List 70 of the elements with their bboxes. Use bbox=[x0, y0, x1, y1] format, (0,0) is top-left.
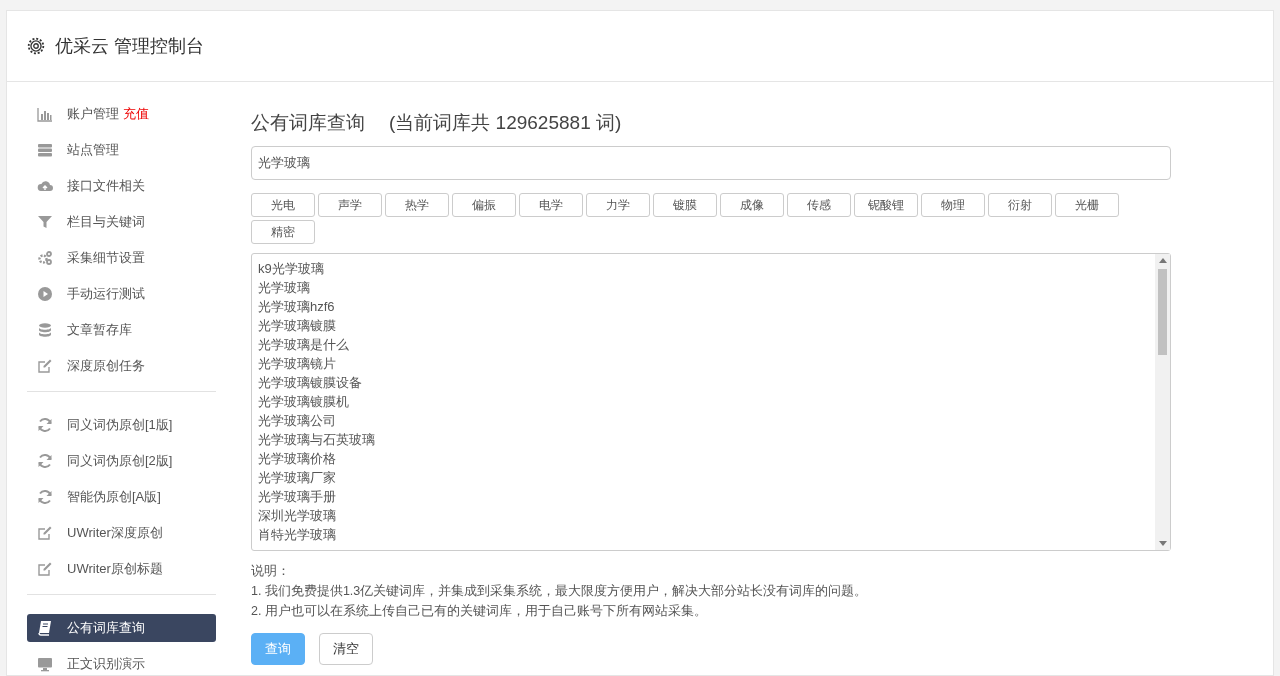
sidebar-item[interactable]: 站点管理 bbox=[27, 136, 216, 164]
console-title: 优采云 管理控制台 bbox=[55, 35, 204, 58]
notes-heading: 说明： bbox=[251, 563, 291, 580]
result-item[interactable]: 光学玻璃手册 bbox=[258, 487, 1149, 506]
sidebar-item[interactable]: 采集细节设置 bbox=[27, 244, 216, 272]
gears-icon bbox=[37, 250, 55, 266]
keyword-tag[interactable]: 光电 bbox=[251, 193, 315, 217]
sidebar-item[interactable]: 深度原创任务 bbox=[27, 352, 216, 380]
keyword-tag[interactable]: 偏振 bbox=[452, 193, 516, 217]
result-item[interactable]: 光学玻璃镀膜设备 bbox=[258, 373, 1149, 392]
menu-label: 账户管理 bbox=[67, 105, 119, 123]
result-item[interactable]: 光学玻璃镀膜机 bbox=[258, 392, 1149, 411]
sidebar-item[interactable]: 手动运行测试 bbox=[27, 280, 216, 308]
scroll-up-arrow-icon[interactable] bbox=[1158, 258, 1167, 263]
keyword-tag[interactable]: 热学 bbox=[385, 193, 449, 217]
result-item[interactable]: 光学玻璃镜片 bbox=[258, 354, 1149, 373]
keyword-tag[interactable]: 声学 bbox=[318, 193, 382, 217]
refresh-icon bbox=[37, 453, 55, 469]
keyword-tag[interactable]: 物理 bbox=[921, 193, 985, 217]
server-icon bbox=[37, 142, 55, 158]
sidebar-item[interactable]: 账户管理 充值 bbox=[27, 100, 216, 128]
sidebar-item[interactable]: 文章暂存库 bbox=[27, 316, 216, 344]
result-item[interactable]: k9光学玻璃 bbox=[258, 259, 1149, 278]
page-title: 公有词库查询 bbox=[251, 111, 365, 135]
bar-chart-icon bbox=[37, 106, 55, 122]
play-circle-icon bbox=[37, 286, 55, 302]
sidebar-item[interactable]: 同义词伪原创[2版] bbox=[27, 447, 216, 475]
cloud-upload-icon bbox=[37, 178, 55, 194]
word-count: (当前词库共 129625881 词) bbox=[389, 111, 622, 135]
result-item[interactable]: 光学玻璃 bbox=[258, 278, 1149, 297]
scroll-down-arrow-icon[interactable] bbox=[1158, 541, 1167, 546]
result-item[interactable]: 光学玻璃是什么 bbox=[258, 335, 1149, 354]
keyword-tag[interactable]: 成像 bbox=[720, 193, 784, 217]
keyword-tag[interactable]: 力学 bbox=[586, 193, 650, 217]
sidebar-item[interactable]: 公有词库查询 bbox=[27, 614, 216, 642]
sidebar-item[interactable]: 同义词伪原创[1版] bbox=[27, 411, 216, 439]
keyword-tag[interactable]: 精密 bbox=[251, 220, 315, 244]
result-item[interactable]: 光学玻璃公司 bbox=[258, 411, 1149, 430]
result-item[interactable]: 肖特光学玻璃 bbox=[258, 525, 1149, 544]
sidebar-item[interactable]: UWriter深度原创 bbox=[27, 519, 216, 547]
recharge-link[interactable]: 充值 bbox=[123, 105, 149, 123]
keyword-tag[interactable]: 传感 bbox=[787, 193, 851, 217]
keyword-tag[interactable]: 光栅 bbox=[1055, 193, 1119, 217]
keyword-tag[interactable]: 衍射 bbox=[988, 193, 1052, 217]
note-text: 2. 用户也可以在系统上传自己已有的关键词库，用于自己账号下所有网站采集。 bbox=[251, 603, 708, 620]
result-item[interactable]: 深圳光学玻璃 bbox=[258, 506, 1149, 525]
refresh-icon bbox=[37, 417, 55, 433]
result-item[interactable]: 光学玻璃厂家 bbox=[258, 468, 1149, 487]
results-list[interactable]: k9光学玻璃 光学玻璃 光学玻璃hzf6 光学玻璃镀膜 光学玻璃是什么 光学玻璃镜片 光学玻璃镀膜设备 光学玻璃镀膜机 光学玻璃公司 光学玻璃与石英玻璃 光学玻璃价格 光学玻璃厂家 光学玻璃手册 深圳光学玻璃 肖特光学玻璃 bbox=[251, 253, 1171, 551]
settings-icon bbox=[27, 37, 45, 55]
result-item[interactable]: 光学玻璃与石英玻璃 bbox=[258, 430, 1149, 449]
clear-button[interactable]: 清空 bbox=[319, 633, 373, 665]
result-item[interactable]: 光学玻璃hzf6 bbox=[258, 297, 1149, 316]
note-text: 1. 我们免费提供1.3亿关键词库，并集成到采集系统，最大限度方便用户，解决大部分站长没有词库的问题。 bbox=[251, 583, 869, 600]
result-item[interactable]: 光学玻璃镀膜 bbox=[258, 316, 1149, 335]
keyword-tag[interactable]: 镀膜 bbox=[653, 193, 717, 217]
filter-icon bbox=[37, 214, 55, 230]
sidebar-item[interactable]: 智能伪原创[A版] bbox=[27, 483, 216, 511]
sidebar-item[interactable]: 栏目与关键词 bbox=[27, 208, 216, 236]
keyword-tag[interactable]: 电学 bbox=[519, 193, 583, 217]
sidebar-item[interactable]: 接口文件相关 bbox=[27, 172, 216, 200]
scrollbar[interactable] bbox=[1155, 254, 1170, 550]
sidebar-item[interactable]: 正文识别演示 bbox=[27, 650, 216, 675]
scrollbar-thumb[interactable] bbox=[1158, 269, 1167, 355]
monitor-icon bbox=[37, 656, 55, 672]
refresh-icon bbox=[37, 489, 55, 505]
search-field[interactable]: 光学玻璃 bbox=[251, 146, 1171, 180]
keyword-tag[interactable]: 铌酸锂 bbox=[854, 193, 918, 217]
result-item[interactable]: 光学玻璃价格 bbox=[258, 449, 1149, 468]
sidebar-item[interactable]: UWriter原创标题 bbox=[27, 555, 216, 583]
